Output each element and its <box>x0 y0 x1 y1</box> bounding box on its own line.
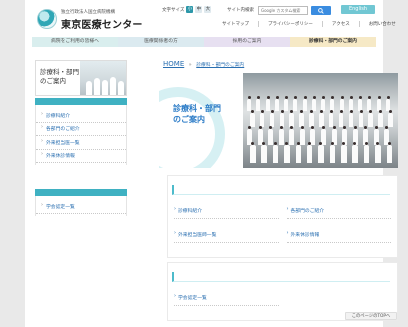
search-button[interactable] <box>311 6 331 15</box>
staff-figure <box>279 110 285 127</box>
font-small-button[interactable]: 小 <box>186 6 194 13</box>
department-links-section: 診療科紹介 各部門のご紹介 外来担当医師一覧 外来休診情報 <box>167 175 398 258</box>
page: 独立行政法人国立病院機構 東京医療センター 文字サイズ 小 中 大 サイト内検索… <box>25 0 398 327</box>
staff-figure <box>259 110 265 127</box>
site-name: 東京医療センター <box>61 20 143 31</box>
staff-figure <box>352 142 358 163</box>
util-nav-contact[interactable]: お問い合わせ <box>358 21 405 27</box>
staff-figure <box>299 110 304 127</box>
site-logo[interactable]: 独立行政法人国立病院機構 東京医療センター <box>37 8 167 32</box>
search-label: サイト内検索 <box>227 8 254 13</box>
staff-figure <box>318 142 324 163</box>
breadcrumb-home[interactable]: HOME <box>163 60 184 68</box>
hero-banner: 診療科・部門のご案内 <box>159 73 398 168</box>
staff-figure <box>293 96 298 111</box>
font-size-control: 文字サイズ 小 中 大 <box>162 6 212 13</box>
font-large-button[interactable]: 大 <box>204 6 212 13</box>
sidebar-item-certifications[interactable]: 学会認定一覧 <box>36 200 126 214</box>
staff-figure <box>319 110 324 127</box>
staff-figure <box>284 142 290 163</box>
gnav-departments[interactable]: 診療科・部門のご案内 <box>290 37 376 47</box>
global-nav: 病院をご利用の皆様へ 医療関係者の方 採用のご案内 診療科・部門のご案内 <box>32 37 376 47</box>
sidebar-divider <box>35 98 127 105</box>
staff-figure <box>278 126 284 145</box>
staff-figure <box>247 96 251 111</box>
page-top-button[interactable]: このページのTOPへ <box>345 312 397 320</box>
search-icon <box>318 7 324 14</box>
util-nav-privacy[interactable]: プライバシーポリシー <box>258 21 322 27</box>
sidebar-menu-2: 学会認定一覧 <box>35 196 127 216</box>
gnav-recruitment[interactable]: 採用のご案内 <box>204 37 290 47</box>
staff-figure <box>250 110 255 127</box>
sidebar-title: 診療科・部門のご案内 <box>40 68 79 85</box>
link-departments[interactable]: 診療科紹介 <box>174 205 279 219</box>
sidebar-item-divisions[interactable]: 各部門のご紹介 <box>36 123 126 136</box>
staff-figure <box>272 142 279 163</box>
staff-figure <box>328 110 334 127</box>
section-heading-2 <box>172 272 390 282</box>
font-size-label: 文字サイズ <box>162 7 185 13</box>
breadcrumb-separator: » <box>188 63 192 68</box>
english-button[interactable]: English <box>341 5 375 14</box>
org-line: 独立行政法人国立病院機構 <box>61 10 115 15</box>
hospital-logo-icon <box>37 9 57 29</box>
staff-figure <box>329 142 336 163</box>
staff-figure <box>311 96 316 111</box>
staff-figure <box>348 110 354 127</box>
staff-figure <box>269 110 275 127</box>
staff-figure <box>295 142 302 163</box>
staff-figure <box>256 96 261 111</box>
breadcrumb-current: 診療科・部門のご案内 <box>196 63 245 68</box>
sidebar-divider-2 <box>35 189 127 196</box>
staff-figure <box>378 110 383 127</box>
link-outpatient-doctors[interactable]: 外来担当医師一覧 <box>174 229 279 243</box>
hero-title: 診療科・部門のご案内 <box>173 104 221 124</box>
staff-figure <box>386 142 393 163</box>
staff-figure <box>368 110 373 127</box>
staff-figure <box>284 96 288 111</box>
sidebar-item-outpatient-doctors[interactable]: 外来担当医一覧 <box>36 136 126 150</box>
util-nav-access[interactable]: アクセス <box>321 21 359 27</box>
staff-figure <box>299 126 305 145</box>
gnav-medical-staff[interactable]: 医療関係者の方 <box>118 37 204 47</box>
staff-figure <box>310 126 316 145</box>
link-divisions[interactable]: 各部門のご紹介 <box>286 205 391 219</box>
util-nav-sitemap[interactable]: サイトマップ <box>213 21 258 27</box>
staff-figure <box>302 96 307 111</box>
link-closure-info[interactable]: 外来休診情報 <box>286 229 391 243</box>
sidebar-menu: 診療科紹介 各部門のご紹介 外来担当医一覧 外来休診情報 <box>35 105 127 165</box>
staff-figure <box>289 126 295 145</box>
section-heading <box>172 185 390 195</box>
staff-figure <box>289 110 294 127</box>
gnav-patients[interactable]: 病院をご利用の皆様へ <box>32 37 118 47</box>
staff-group-photo <box>243 73 398 168</box>
staff-figure <box>268 126 274 145</box>
staff-figure <box>309 110 314 127</box>
sidebar-item-departments[interactable]: 診療科紹介 <box>36 109 126 123</box>
staff-figure <box>358 110 364 127</box>
staff-figure <box>388 110 393 127</box>
staff-figure <box>261 142 267 163</box>
link-certifications[interactable]: 学会認定一覧 <box>174 292 279 306</box>
sidebar-photo <box>80 61 126 95</box>
breadcrumb: HOME » 診療科・部門のご案内 <box>159 60 398 70</box>
search-input[interactable] <box>258 6 308 15</box>
hero-decoration <box>159 87 225 168</box>
staff-figure <box>265 96 270 111</box>
staff-figure <box>306 142 313 163</box>
staff-figure <box>341 142 347 163</box>
font-medium-button[interactable]: 中 <box>195 6 203 13</box>
utility-nav: サイトマップ プライバシーポリシー アクセス お問い合わせ <box>213 21 405 27</box>
staff-figure <box>274 96 279 111</box>
staff-figure <box>363 142 370 163</box>
staff-figure <box>375 142 381 163</box>
sidebar: 診療科・部門のご案内 診療科紹介 各部門のご紹介 外来担当医一覧 外来休診情報 … <box>35 60 127 216</box>
staff-figure <box>250 142 256 163</box>
sidebar-item-closure-info[interactable]: 外来休診情報 <box>36 150 126 163</box>
main-content: HOME » 診療科・部門のご案内 診療科・部門のご案内 診療科紹介 各部門のご… <box>159 60 398 321</box>
sidebar-header: 診療科・部門のご案内 <box>35 60 127 96</box>
staff-figure <box>338 110 344 127</box>
